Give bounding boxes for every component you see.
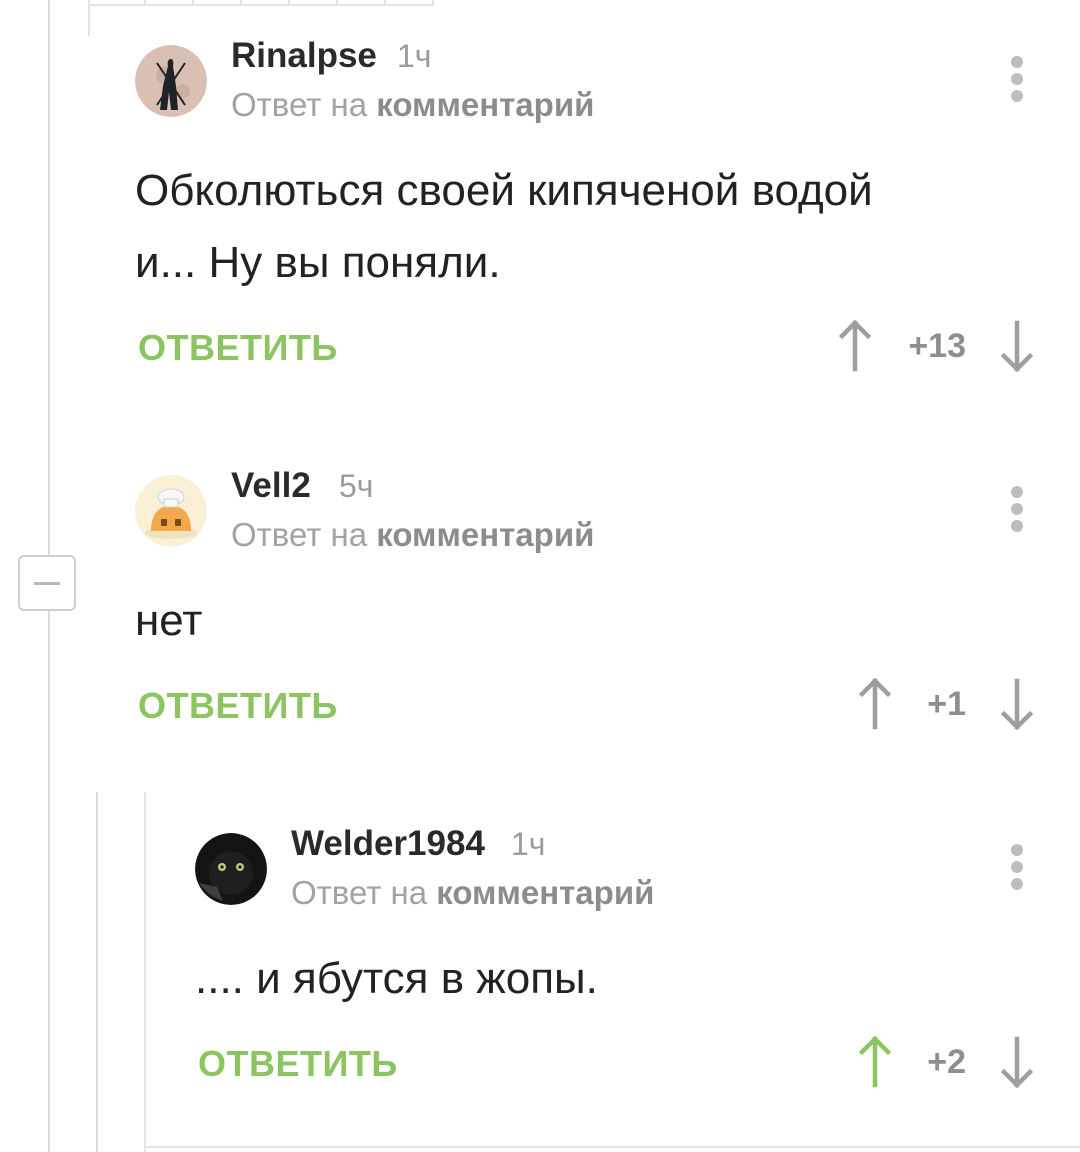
username[interactable]: Welder1984 xyxy=(291,824,485,864)
collapse-thread-button[interactable] xyxy=(18,555,76,611)
comment-text-line: Обколються своей кипяченой водой xyxy=(135,166,873,215)
avatar[interactable] xyxy=(135,45,207,117)
reply-to-line: Ответ на комментарий xyxy=(231,86,594,124)
more-vertical-icon[interactable] xyxy=(1009,486,1025,532)
arrow-down-icon[interactable] xyxy=(1000,1036,1034,1088)
comment-time: 1ч xyxy=(397,38,432,74)
comment-text-line: .... и ябутся в жопы. xyxy=(195,954,598,1003)
comment-time: 5ч xyxy=(339,468,374,504)
top-tick xyxy=(336,0,338,6)
reply-to-line: Ответ на комментарий xyxy=(231,516,594,554)
reply-button[interactable]: ОТВЕТИТЬ xyxy=(198,1043,398,1085)
top-tick xyxy=(240,0,242,6)
arrow-up-icon[interactable] xyxy=(838,320,872,372)
reply-button[interactable]: ОТВЕТИТЬ xyxy=(138,685,338,727)
arrow-down-icon[interactable] xyxy=(1000,678,1034,730)
top-tick xyxy=(432,0,434,6)
thread-line-nested xyxy=(144,792,146,1152)
reply-to-line: Ответ на комментарий xyxy=(291,874,654,912)
top-tick xyxy=(384,0,386,6)
vote-score: +13 xyxy=(908,327,966,365)
username[interactable]: Vell2 xyxy=(231,466,311,506)
reply-to-prefix: Ответ на xyxy=(291,874,428,911)
top-divider xyxy=(88,4,433,6)
top-tick xyxy=(192,0,194,6)
top-tick xyxy=(288,0,290,6)
reply-to-link[interactable]: комментарий xyxy=(436,874,654,911)
more-vertical-icon[interactable] xyxy=(1009,56,1025,102)
avatar-chef-bun-icon xyxy=(135,475,207,547)
reply-to-link[interactable]: комментарий xyxy=(376,86,594,123)
avatar[interactable] xyxy=(135,475,207,547)
comment-text-line: нет xyxy=(135,596,203,645)
reply-to-link[interactable]: комментарий xyxy=(376,516,594,553)
reply-to-prefix: Ответ на xyxy=(231,516,368,553)
avatar-moon-silhouette-icon xyxy=(135,45,207,117)
bottom-divider xyxy=(144,1146,1080,1148)
more-vertical-icon[interactable] xyxy=(1009,844,1025,890)
reply-button[interactable]: ОТВЕТИТЬ xyxy=(138,327,338,369)
comment-text-line: и... Ну вы поняли. xyxy=(135,238,501,287)
avatar-black-cat-icon xyxy=(195,833,267,905)
top-tick xyxy=(144,0,146,6)
reply-to-prefix: Ответ на xyxy=(231,86,368,123)
arrow-down-icon[interactable] xyxy=(1000,320,1034,372)
avatar[interactable] xyxy=(195,833,267,905)
comment-time: 1ч xyxy=(511,826,546,862)
top-tick xyxy=(88,0,90,36)
vote-score: +1 xyxy=(927,685,966,723)
username[interactable]: Rinalpse xyxy=(231,36,377,76)
thread-line-reply xyxy=(96,792,98,1152)
vote-score: +2 xyxy=(927,1043,966,1081)
